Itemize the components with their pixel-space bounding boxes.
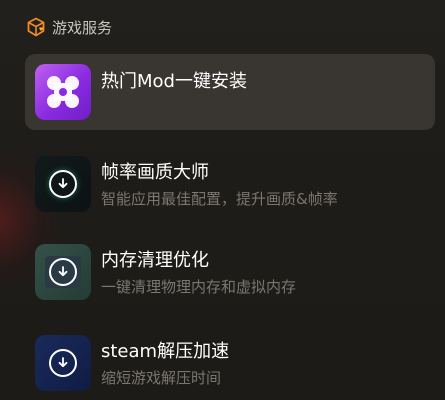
list-item-memory-cleanup[interactable]: 内存清理优化 一键清理物理内存和虚拟内存 <box>25 234 435 310</box>
panel-header: 游戏服务 <box>26 14 112 40</box>
item-title: 内存清理优化 <box>101 250 209 271</box>
item-thumbnail <box>35 335 91 391</box>
item-thumbnail <box>35 244 91 300</box>
download-circle-icon <box>49 349 77 377</box>
item-subtitle: 缩短游戏解压时间 <box>101 369 222 387</box>
item-title: 热门Mod一键安装 <box>101 71 247 92</box>
item-thumbnail <box>35 156 91 212</box>
item-title: 帧率画质大师 <box>101 162 209 183</box>
download-circle-icon <box>49 170 77 198</box>
item-subtitle: 一键清理物理内存和虚拟内存 <box>101 278 297 296</box>
panel-title: 游戏服务 <box>52 18 113 37</box>
game-services-panel: 游戏服务 热门Mod一键安装 帧率画质大师 智能应用最佳配置，提升画质&帧率 内… <box>0 0 445 400</box>
list-item-hot-mod-install[interactable]: 热门Mod一键安装 <box>25 54 435 130</box>
list-item-steam-unzip-speedup[interactable]: steam解压加速 缩短游戏解压时间 <box>25 325 435 400</box>
orange-cube-heart-icon <box>26 17 46 37</box>
download-circle-icon <box>49 258 77 286</box>
item-subtitle: 智能应用最佳配置，提升画质&帧率 <box>101 190 338 208</box>
mod-purple-app-icon <box>35 64 91 120</box>
item-title: steam解压加速 <box>101 341 230 362</box>
list-item-fps-quality-master[interactable]: 帧率画质大师 智能应用最佳配置，提升画质&帧率 <box>25 146 435 222</box>
